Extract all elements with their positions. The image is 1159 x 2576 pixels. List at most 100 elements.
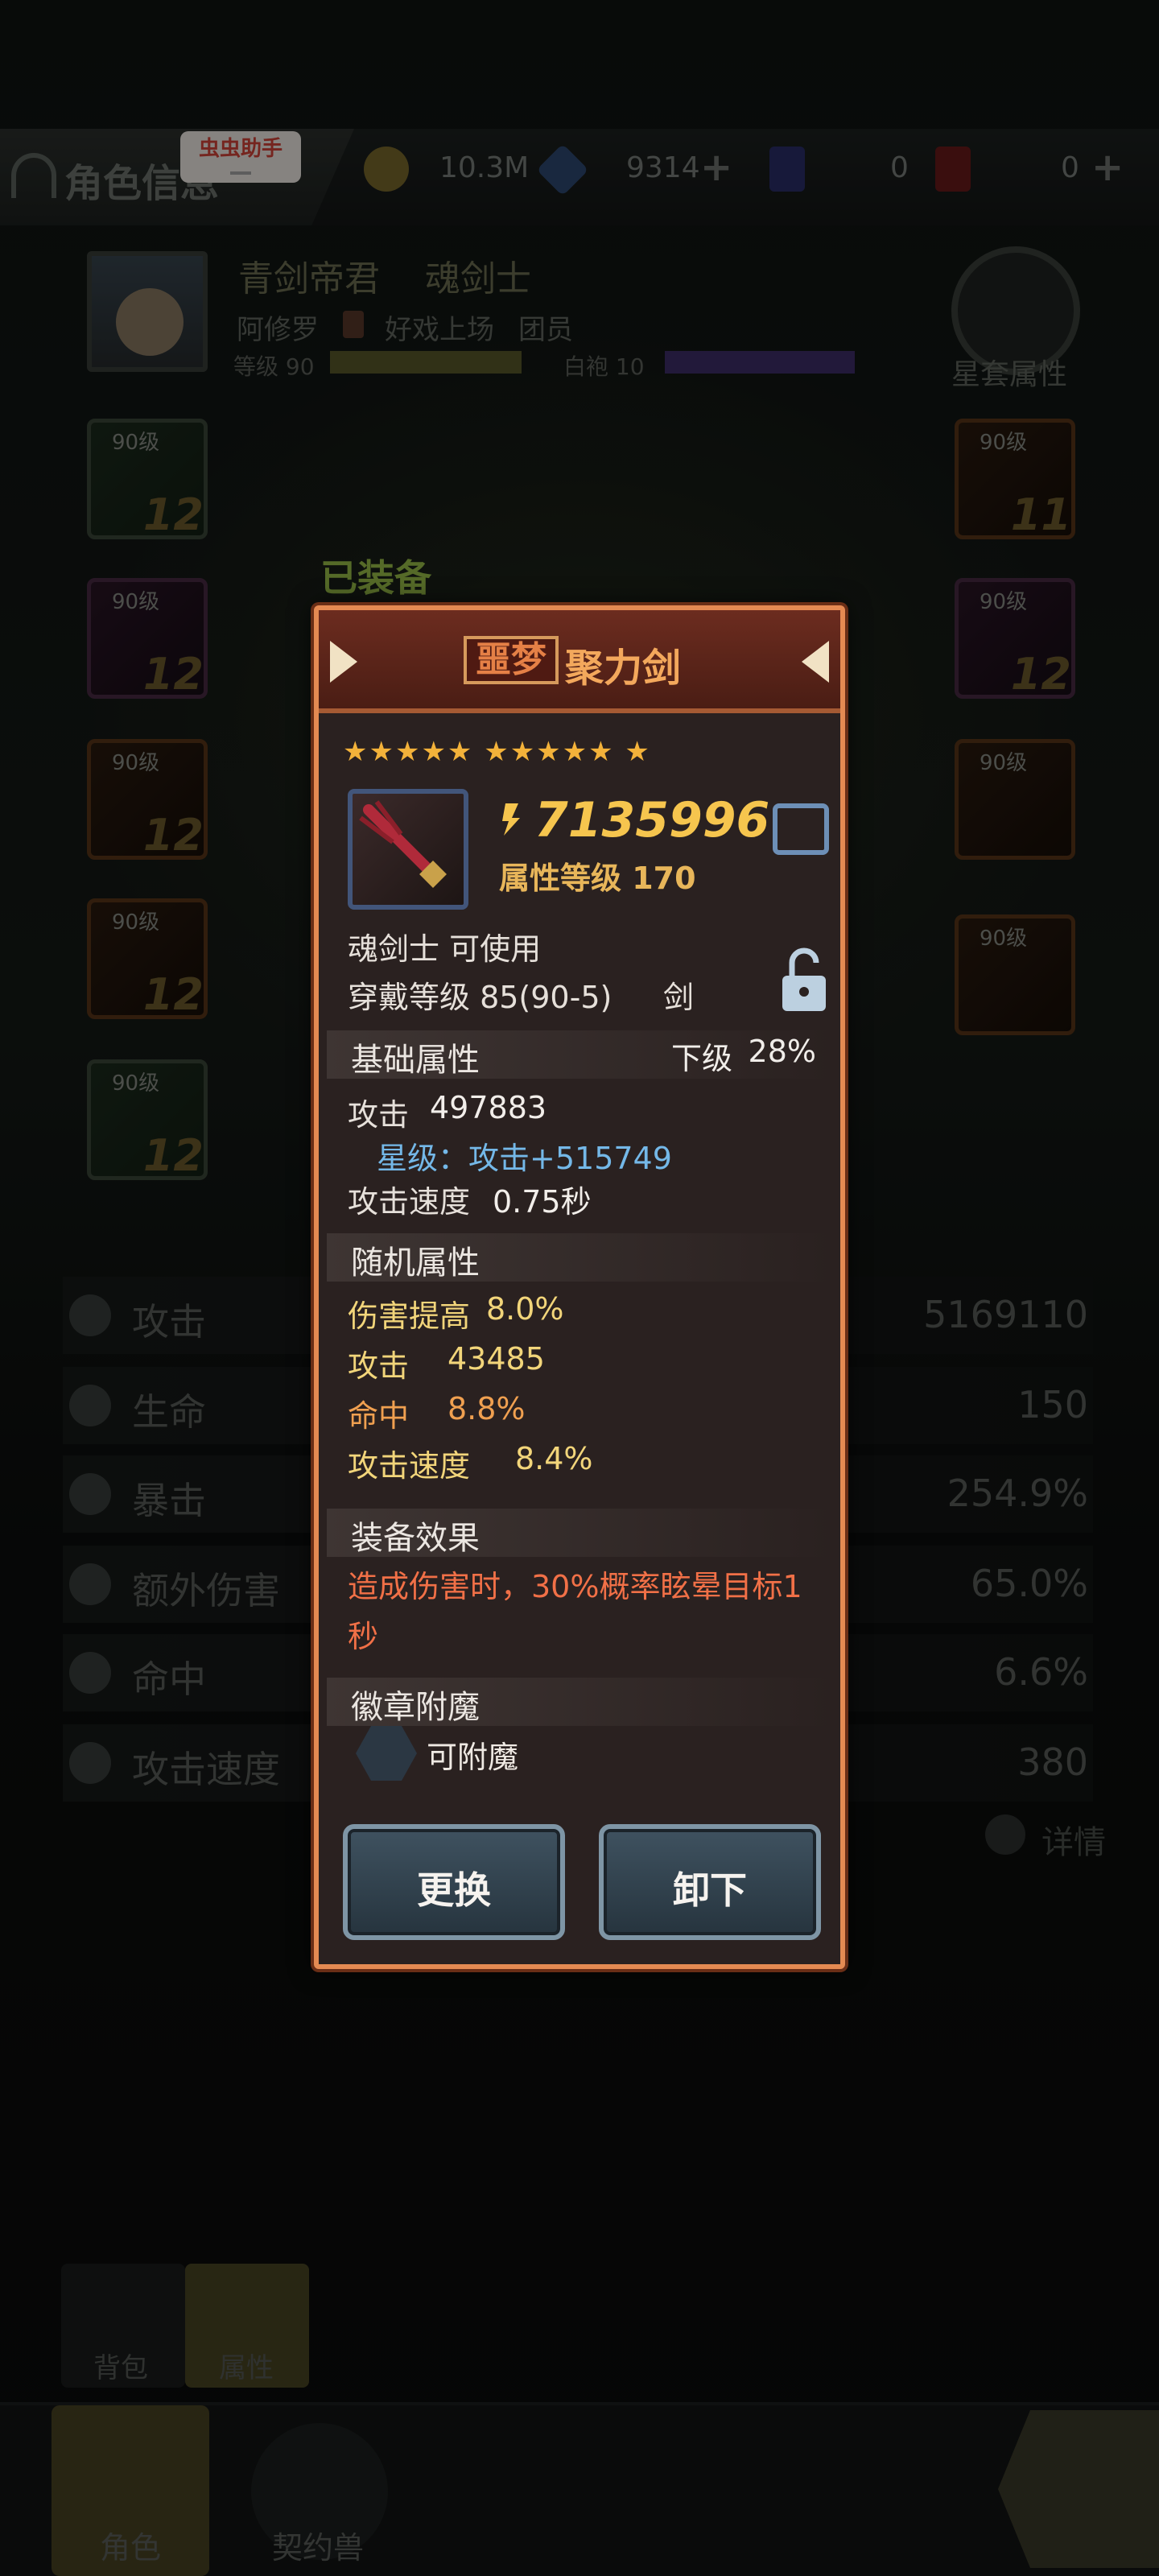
equip-slot-left-1[interactable]: 90级 12: [87, 419, 208, 540]
set-attribute-label: 星套属性: [951, 358, 1068, 391]
nav-character-label: 角色: [100, 2530, 162, 2566]
item-grade-tag: 噩梦: [464, 636, 559, 684]
item-detail-popup: 噩梦 聚力剑 ★★★★★ ★★★★★ ★ 7135996 属性等级 170 魂剑…: [314, 605, 845, 1969]
helper-badge[interactable]: 虫虫助手: [180, 131, 301, 183]
lock-icon[interactable]: [779, 943, 829, 1016]
detail-link[interactable]: 详情: [1041, 1816, 1106, 1863]
random-attr-label: 攻击: [348, 1348, 410, 1384]
tab-attributes-label: 属性: [219, 2352, 274, 2384]
attr-label: 命中: [132, 1657, 206, 1701]
attr-value: 6.6%: [994, 1650, 1088, 1694]
attr-label: 攻击: [132, 1300, 206, 1344]
sword-icon: [69, 1294, 111, 1336]
random-attr-value: 8.0%: [486, 1291, 564, 1327]
moon-icon: [69, 1563, 111, 1605]
star-bonus: 星级：攻击+515749: [377, 1141, 672, 1176]
basic-attack-label: 攻击: [348, 1097, 410, 1133]
next-item-arrow-icon[interactable]: [802, 641, 829, 683]
attr-label: 暴击: [132, 1479, 206, 1522]
enchant-label: 可附魔: [427, 1740, 519, 1775]
replace-button[interactable]: 更换: [343, 1824, 565, 1940]
attr-value: 150: [1017, 1383, 1088, 1426]
replace-button-label: 更换: [417, 1868, 491, 1912]
item-name: 聚力剑: [565, 646, 682, 691]
slot-level: 90级: [112, 751, 160, 775]
random-attr-value: 43485: [448, 1341, 545, 1377]
slot-enhance: 12: [142, 489, 204, 540]
avatar-face: [116, 288, 184, 356]
slot-level: 90级: [112, 590, 160, 614]
unequip-button-label: 卸下: [673, 1868, 747, 1912]
equip-slot-right-2[interactable]: 90级 12: [955, 578, 1075, 700]
guild-name: 好戏上场: [385, 314, 494, 346]
attack-speed-label: 攻击速度: [348, 1184, 471, 1220]
equip-slot-right-3[interactable]: 90级: [955, 739, 1075, 860]
heart-icon: [69, 1385, 111, 1426]
power-icon: [502, 803, 520, 836]
equipped-tag: 已装备: [320, 556, 431, 600]
slot-level: 90级: [112, 910, 160, 935]
slot-enhance: 12: [142, 1130, 204, 1181]
random-attr-label: 伤害提高: [348, 1298, 471, 1334]
guild-role: 团员: [518, 314, 573, 346]
slot-level: 90级: [980, 590, 1028, 614]
nav-pet-label: 契约兽: [272, 2530, 365, 2566]
attr-value: 5169110: [923, 1293, 1088, 1336]
level-label: 等级 90: [233, 353, 315, 380]
wear-level: 穿戴等级 85(90-5): [348, 980, 612, 1015]
slot-enhance: 12: [1010, 649, 1071, 700]
slot-enhance: 11: [1010, 489, 1071, 540]
slot-level: 90级: [112, 1071, 160, 1096]
tab-bag-label: 背包: [93, 2352, 148, 2384]
combat-power: 7135996: [534, 792, 770, 848]
gold-coin-icon: [364, 147, 409, 192]
crit-icon: [69, 1473, 111, 1515]
badge-slot-icon[interactable]: [356, 1726, 417, 1781]
attribute-level: 属性等级 170: [499, 861, 696, 896]
equip-slot-right-1[interactable]: 90级 11: [955, 419, 1075, 540]
prev-item-arrow-icon[interactable]: [330, 641, 357, 683]
slot-enhance: 12: [142, 969, 204, 1020]
random-attr-value: 8.8%: [448, 1391, 526, 1426]
attack-speed-value: 0.75秒: [493, 1184, 592, 1220]
red-ticket-icon: [935, 147, 971, 192]
effect-text: 造成伤害时，30%概率眩晕目标1秒: [348, 1569, 802, 1654]
add-ticket-button[interactable]: +: [1091, 145, 1124, 190]
purple-ticket-amount: 0: [890, 151, 909, 184]
character-class: 魂剑士: [425, 258, 531, 299]
gem-amount: 9314: [626, 151, 700, 184]
basic-attr-title: 基础属性: [351, 1042, 480, 1079]
attr-label: 额外伤害: [132, 1569, 280, 1612]
game-screen: 角色信息 虫虫助手 10.3M 9314 + 0 0 + 青剑帝君 魂剑士 阿修…: [0, 0, 1159, 2576]
attr-value: 380: [1017, 1740, 1088, 1784]
attr-label: 攻击速度: [132, 1748, 280, 1791]
sword-item-icon: [348, 789, 468, 910]
add-gem-button[interactable]: +: [700, 145, 732, 190]
unequip-button[interactable]: 卸下: [599, 1824, 821, 1940]
slot-level: 90级: [980, 751, 1028, 775]
info-icon[interactable]: [985, 1814, 1025, 1855]
slot-level: 90级: [980, 431, 1028, 455]
equip-slot-right-4[interactable]: 90级: [955, 914, 1075, 1035]
equip-slot-left-3[interactable]: 90级 12: [87, 739, 208, 861]
random-attr-label: 命中: [348, 1398, 410, 1434]
slot-level: 90级: [980, 927, 1028, 951]
robe-label: 白袍 10: [563, 353, 645, 380]
usable-class: 魂剑士 可使用: [348, 931, 542, 967]
speed-icon: [69, 1742, 111, 1784]
avatar[interactable]: [87, 251, 208, 372]
target-icon: [69, 1652, 111, 1694]
equip-slot-left-4[interactable]: 90级 12: [87, 898, 208, 1020]
random-attr-title: 随机属性: [351, 1245, 480, 1282]
weapon-type: 剑: [663, 980, 695, 1015]
basic-attack-value: 497883: [430, 1090, 547, 1125]
red-ticket-amount: 0: [1061, 151, 1079, 184]
purple-ticket-icon: [769, 147, 805, 192]
equip-slot-left-5[interactable]: 90级 12: [87, 1059, 208, 1181]
share-icon[interactable]: [773, 803, 829, 855]
attr-value: 254.9%: [947, 1472, 1088, 1515]
equip-slot-left-2[interactable]: 90级 12: [87, 578, 208, 700]
attr-label: 生命: [132, 1390, 206, 1434]
back-icon[interactable]: [11, 153, 56, 198]
next-arrow-button[interactable]: [998, 2410, 1159, 2568]
